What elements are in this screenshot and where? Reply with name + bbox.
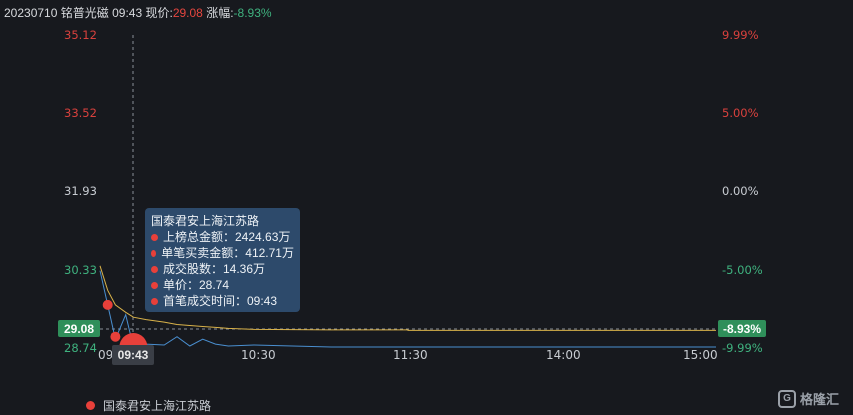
legend-dot-icon [86,401,95,410]
cursor-time-tag: 09:43 [112,345,154,365]
y-left-tick-3: 30.33 [64,263,97,277]
stock-chart-window: 20230710 铭普光磁 09:43 现价:29.08 涨幅:-8.93% 3… [0,0,853,415]
y-left-tick-0: 35.12 [64,28,97,42]
legend-label: 国泰君安上海江苏路 [103,399,212,413]
current-change-tag: -8.93% [718,320,766,337]
brand-logo-icon: G [778,389,796,408]
tooltip-shares: 成交股数：14.36万 [163,262,266,276]
current-price-tag: 29.08 [58,320,100,337]
tooltip-title: 国泰君安上海江苏路 [151,214,260,228]
tooltip-row: 上榜总金额：2424.63万 [151,229,294,245]
bullet-dot-icon [151,265,158,273]
tooltip-row: 单价：28.74 [151,277,294,293]
x-tick-3: 14:00 [546,348,581,362]
brand-watermark: G 格隆汇 [778,389,839,408]
trade-tooltip: 国泰君安上海江苏路 上榜总金额：2424.63万 单笔买卖金额：412.71万 … [145,208,300,312]
bullet-dot-icon [151,249,157,257]
y-right-tick-1: 5.00% [722,106,759,120]
tooltip-row: 成交股数：14.36万 [151,261,294,277]
x-tick-2: 11:30 [393,348,428,362]
y-right-tick-4: -9.99% [722,341,763,355]
tooltip-total-amount: 上榜总金额：2424.63万 [163,230,291,244]
y-left-tick-4: 28.74 [64,341,97,355]
y-left-tick-1: 33.52 [64,106,97,120]
x-tick-1: 10:30 [241,348,276,362]
tooltip-first-time: 首笔成交时间：09:43 [163,294,278,308]
y-left-tick-2: 31.93 [64,184,97,198]
trade-marker[interactable] [102,299,113,310]
bullet-dot-icon [151,281,158,289]
x-tick-4: 15:00 [683,348,718,362]
y-right-tick-0: 9.99% [722,28,759,42]
brand-name: 格隆汇 [800,392,840,407]
trade-marker[interactable] [110,331,121,342]
tooltip-unit-price: 单价：28.74 [163,278,230,292]
chart-legend[interactable]: 国泰君安上海江苏路 [86,397,211,414]
y-right-tick-3: -5.00% [722,263,763,277]
y-right-tick-2: 0.00% [722,184,759,198]
bullet-dot-icon [151,233,158,241]
x-tick-0: 09 [98,348,114,362]
bullet-dot-icon [151,297,158,305]
tooltip-row: 首笔成交时间：09:43 [151,293,294,309]
tooltip-row: 单笔买卖金额：412.71万 [151,245,294,261]
tooltip-single-amount: 单笔买卖金额：412.71万 [161,246,294,260]
